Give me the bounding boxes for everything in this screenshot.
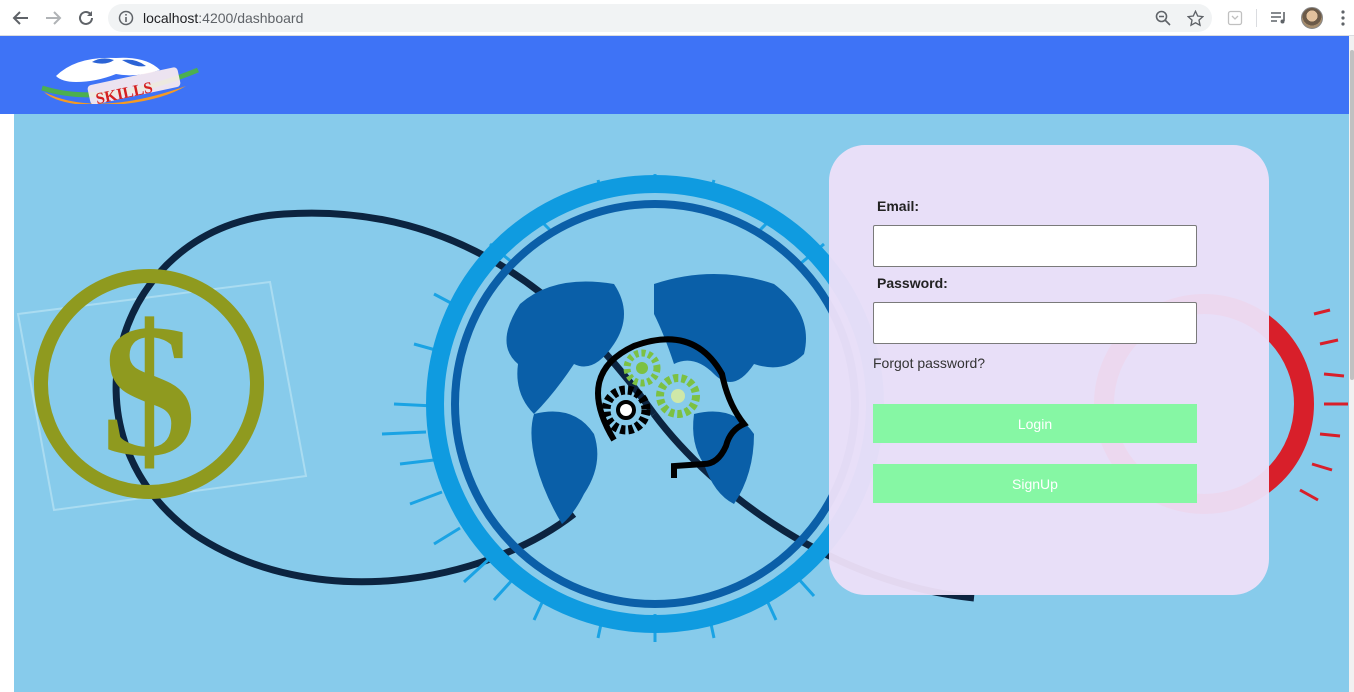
password-field[interactable] [873, 302, 1197, 344]
info-icon[interactable] [118, 10, 134, 31]
media-queue-icon[interactable] [1268, 7, 1290, 29]
globe-icon [426, 175, 884, 633]
page-left-margin [0, 114, 14, 692]
url-path: :4200/dashboard [198, 10, 304, 26]
password-label: Password: [877, 275, 948, 291]
back-arrow-icon[interactable] [9, 6, 33, 30]
login-button[interactable]: Login [873, 404, 1197, 443]
toolbar-divider [1256, 9, 1257, 27]
bookmark-star-icon[interactable] [1184, 7, 1206, 29]
dollar-coin-icon: $ [34, 269, 264, 499]
extension-icon[interactable] [1224, 7, 1246, 29]
scrollbar-thumb[interactable] [1350, 50, 1354, 380]
url-host: localhost [143, 10, 199, 26]
email-label: Email: [877, 198, 920, 214]
browser-toolbar: localhost:4200/dashboard [0, 0, 1354, 36]
address-bar[interactable]: localhost:4200/dashboard [108, 4, 1212, 32]
skills-logo[interactable]: SKILLS [36, 48, 204, 109]
svg-text:$: $ [102, 286, 197, 496]
forward-arrow-icon[interactable] [41, 6, 65, 30]
forgot-password-link[interactable]: Forgot password? [873, 355, 985, 371]
menu-dots-icon[interactable] [1332, 7, 1354, 29]
email-field[interactable] [873, 225, 1197, 267]
url-text: localhost:4200/dashboard [143, 10, 303, 26]
zoom-icon[interactable] [1152, 7, 1174, 29]
reload-icon[interactable] [74, 6, 98, 30]
login-card: Email: Password: Forgot password? Login … [829, 145, 1269, 595]
profile-avatar[interactable] [1301, 7, 1323, 29]
signup-button[interactable]: SignUp [873, 464, 1197, 503]
